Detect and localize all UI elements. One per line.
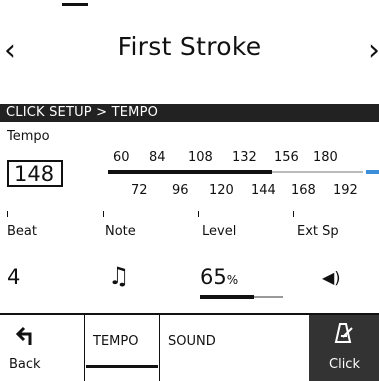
back-label: Back [9, 357, 41, 372]
metronome-icon [334, 323, 353, 343]
breadcrumb: CLICK SETUP > TEMPO [0, 104, 379, 122]
level-number: 65 [200, 265, 227, 289]
scale-tick-label: 168 [291, 183, 316, 198]
ext-sp-label: Ext Sp [297, 224, 339, 239]
page-title: First Stroke [117, 32, 262, 61]
scale-tick-label: 120 [209, 183, 234, 198]
tab-sound-label: SOUND [168, 334, 216, 349]
tempo-value-field[interactable]: 148 [7, 160, 63, 187]
scale-tick-label: 180 [313, 150, 338, 165]
level-value[interactable]: 65% [200, 265, 238, 289]
scale-tick-label: 132 [232, 150, 257, 165]
scale-tick-label: 192 [333, 183, 358, 198]
level-unit: % [226, 273, 239, 287]
eighth-notes-icon[interactable]: ♫ [108, 262, 130, 290]
divider [293, 211, 294, 217]
divider [103, 211, 104, 217]
tab-tempo-label: TEMPO [93, 334, 139, 349]
scale-tick-label: 156 [274, 150, 299, 165]
tab-tempo[interactable]: TEMPO [84, 315, 160, 381]
note-label: Note [105, 224, 136, 239]
divider [7, 211, 8, 217]
back-arrow-icon [16, 326, 32, 345]
chevron-right-icon[interactable]: › [368, 36, 379, 66]
tempo-slider-fill [108, 170, 272, 174]
click-label: Click [329, 357, 360, 372]
speaker-icon[interactable]: ◀) [322, 268, 341, 287]
tab-sound[interactable]: SOUND [160, 315, 240, 381]
scale-tick-label: 144 [251, 183, 276, 198]
back-button[interactable]: Back [6, 322, 50, 378]
divider [198, 211, 199, 217]
tempo-slider-handle[interactable] [366, 170, 379, 174]
level-label: Level [202, 224, 237, 239]
beat-value[interactable]: 4 [7, 265, 20, 289]
beat-label: Beat [7, 224, 37, 239]
active-tab-indicator [86, 365, 158, 368]
click-button[interactable]: Click [309, 315, 379, 381]
scale-tick-label: 96 [172, 183, 189, 198]
scale-tick-label: 72 [131, 183, 148, 198]
scale-tick-label: 84 [149, 150, 166, 165]
level-bar-fill [200, 295, 254, 299]
top-indicator [62, 3, 88, 6]
tempo-label: Tempo [7, 129, 50, 144]
scale-tick-label: 60 [113, 150, 130, 165]
scale-tick-label: 108 [188, 150, 213, 165]
